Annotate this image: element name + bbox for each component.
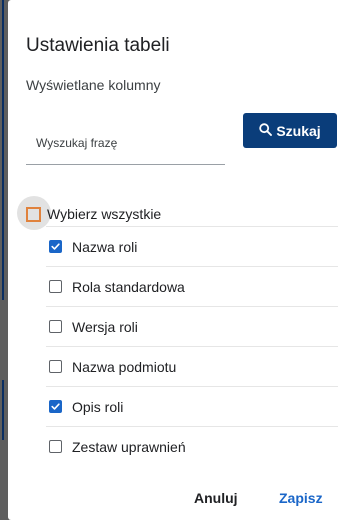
column-label: Nazwa podmiotu <box>72 358 177 375</box>
select-all-option[interactable]: Wybierz wszystkie <box>17 196 162 230</box>
checkmark-icon <box>51 403 60 410</box>
column-label: Rola standardowa <box>72 278 185 295</box>
select-all-label: Wybierz wszystkie <box>47 206 162 222</box>
column-label: Wersja roli <box>72 318 138 335</box>
search-field <box>26 122 225 165</box>
save-button[interactable]: Zapisz <box>279 490 323 506</box>
search-button[interactable]: Szukaj <box>243 113 337 148</box>
column-option[interactable]: Zestaw uprawnień <box>46 426 338 466</box>
search-button-label: Szukaj <box>276 122 321 139</box>
column-option[interactable]: Nazwa podmiotu <box>46 346 338 386</box>
select-all-checkbox[interactable] <box>26 206 41 222</box>
column-label: Opis roli <box>72 398 124 415</box>
column-checkbox[interactable] <box>49 240 62 253</box>
column-label: Zestaw uprawnień <box>72 438 186 455</box>
column-option[interactable]: Nazwa roli <box>46 226 338 266</box>
column-checkbox[interactable] <box>49 400 62 413</box>
column-option[interactable]: Rola standardowa <box>46 266 338 306</box>
cancel-button[interactable]: Anuluj <box>194 490 238 506</box>
background-edge-line <box>2 0 4 300</box>
column-option[interactable]: Opis roli <box>46 386 338 426</box>
dialog-title: Ustawienia tabeli <box>26 35 170 56</box>
column-checkbox[interactable] <box>49 360 62 373</box>
columns-subtitle: Wyświetlane kolumny <box>26 77 161 93</box>
checkmark-icon <box>51 243 60 250</box>
column-checkbox[interactable] <box>49 280 62 293</box>
column-checkbox[interactable] <box>49 440 62 453</box>
column-label: Nazwa roli <box>72 238 138 255</box>
search-input[interactable] <box>26 130 221 156</box>
column-list: Nazwa roli Rola standardowa Wersja roli … <box>46 226 338 466</box>
column-option[interactable]: Wersja roli <box>46 306 338 346</box>
background-edge-line <box>2 380 4 440</box>
table-settings-dialog: Ustawienia tabeli Wyświetlane kolumny Sz… <box>8 0 344 520</box>
column-checkbox[interactable] <box>49 320 62 333</box>
search-icon <box>259 122 273 139</box>
